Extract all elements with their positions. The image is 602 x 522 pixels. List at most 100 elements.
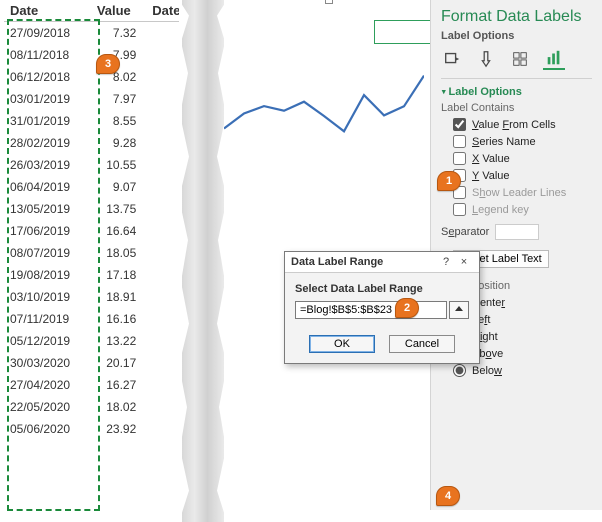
cell-value[interactable]: 8.55 [91,110,146,132]
cell-value[interactable]: 10.55 [91,154,146,176]
table-row[interactable]: 22/05/202018.02 [4,396,180,418]
rad-below-input[interactable] [453,364,466,377]
cell-date[interactable]: 06/12/2018 [4,66,91,88]
size-icon[interactable] [509,48,531,70]
table-row[interactable]: 06/04/20199.07 [4,176,180,198]
cell-value[interactable]: 20.17 [91,352,146,374]
cell-value[interactable]: 16.27 [91,374,146,396]
cell-value[interactable]: 23.92 [91,418,146,440]
table-row[interactable]: 08/11/20187.99 [4,44,180,66]
col-date[interactable]: Date [4,0,91,22]
chart-object[interactable] [224,0,434,244]
chk-leader-lines[interactable]: Show Leader Lines [453,186,592,199]
cell-value[interactable]: 7.32 [91,22,146,45]
cell-date[interactable]: 22/05/2020 [4,396,91,418]
cell-date[interactable]: 27/09/2018 [4,22,91,45]
cell-value[interactable]: 17.18 [91,264,146,286]
cell-value[interactable]: 13.75 [91,198,146,220]
effects-icon[interactable] [475,48,497,70]
close-icon[interactable]: × [455,256,473,268]
chk-x-value-input[interactable] [453,152,466,165]
cell-date[interactable]: 28/02/2019 [4,132,91,154]
chk-value-from-cells-input[interactable] [453,118,466,131]
chk-legend-key[interactable]: Legend key [453,203,592,216]
chk-series-name-input[interactable] [453,135,466,148]
cell-value[interactable]: 16.16 [91,308,146,330]
table-row[interactable]: 13/05/201913.75 [4,198,180,220]
label-options-icon[interactable] [543,48,565,70]
table-row[interactable]: 08/07/201918.05 [4,242,180,264]
cell-value[interactable]: 9.07 [91,176,146,198]
table-row[interactable]: 03/01/20197.97 [4,88,180,110]
cell-date[interactable]: 07/11/2019 [4,308,91,330]
cell-date[interactable]: 08/07/2019 [4,242,91,264]
cell-date[interactable]: 03/01/2019 [4,88,91,110]
cell-date[interactable]: 13/05/2019 [4,198,91,220]
chk-x-value[interactable]: X Value [453,152,592,165]
pane-subtitle: Label Options [441,30,592,42]
callout-3: 3 [96,54,120,74]
cell-value[interactable]: 18.05 [91,242,146,264]
callout-1: 1 [437,171,461,191]
chk-y-value[interactable]: Y Value [453,169,592,182]
cell-value[interactable]: 13.22 [91,330,146,352]
help-icon[interactable]: ? [437,256,455,268]
col-date2[interactable]: Date L [146,0,180,22]
cell-value[interactable]: 7.97 [91,88,146,110]
chk-legend-key-input[interactable] [453,203,466,216]
cell-date[interactable]: 05/12/2019 [4,330,91,352]
spreadsheet: Date Value Date L 27/09/20187.3208/11/20… [4,0,180,440]
table-row[interactable]: 28/02/20199.28 [4,132,180,154]
cell-value[interactable]: 18.02 [91,396,146,418]
ok-button[interactable]: OK [309,335,375,353]
chk-series-name[interactable]: Series Name [453,135,592,148]
torn-divider [182,0,224,522]
cell-date[interactable]: 05/06/2020 [4,418,91,440]
table-row[interactable]: 31/01/20198.55 [4,110,180,132]
col-value[interactable]: Value [91,0,146,22]
cell-date[interactable]: 19/08/2019 [4,264,91,286]
cell-date[interactable]: 17/06/2019 [4,220,91,242]
cell-value[interactable]: 9.28 [91,132,146,154]
cell-value[interactable]: 16.64 [91,220,146,242]
table-row[interactable]: 27/09/20187.32 [4,22,180,45]
cell-date[interactable]: 27/04/2020 [4,374,91,396]
range-input[interactable] [295,301,447,319]
table-row[interactable]: 17/06/201916.64 [4,220,180,242]
range-picker-icon[interactable] [449,301,469,319]
dialog-prompt: Select Data Label Range [295,283,469,295]
separator-label: Separator [441,226,489,238]
line-chart [224,70,424,200]
resize-handle-top[interactable] [325,0,333,4]
table-row[interactable]: 03/10/201918.91 [4,286,180,308]
data-label-range-dialog: Data Label Range ? × Select Data Label R… [284,251,480,364]
fill-icon[interactable] [441,48,463,70]
table-row[interactable]: 30/03/202020.17 [4,352,180,374]
cell-date[interactable]: 03/10/2019 [4,286,91,308]
cell-date[interactable]: 06/04/2019 [4,176,91,198]
legend-box[interactable] [374,20,434,44]
table-row[interactable]: 19/08/201917.18 [4,264,180,286]
section-label-options[interactable]: Label Options [441,85,592,98]
table-row[interactable]: 05/12/201913.22 [4,330,180,352]
cell-date[interactable]: 30/03/2020 [4,352,91,374]
cell-date[interactable]: 31/01/2019 [4,110,91,132]
separator-dropdown[interactable] [495,224,539,240]
pane-title: Format Data Labels [441,8,592,26]
pane-tab-icons [441,48,592,70]
data-table[interactable]: Date Value Date L 27/09/20187.3208/11/20… [4,0,180,440]
rad-below[interactable]: Below [453,364,592,377]
table-row[interactable]: 26/03/201910.55 [4,154,180,176]
cell-date[interactable]: 26/03/2019 [4,154,91,176]
callout-2: 2 [395,298,419,318]
cell-value[interactable]: 18.91 [91,286,146,308]
table-row[interactable]: 07/11/201916.16 [4,308,180,330]
table-row[interactable]: 05/06/202023.92 [4,418,180,440]
cancel-button[interactable]: Cancel [389,335,455,353]
cell-date[interactable]: 08/11/2018 [4,44,91,66]
dialog-title: Data Label Range [291,256,383,268]
dialog-titlebar[interactable]: Data Label Range ? × [285,252,479,273]
chk-value-from-cells[interactable]: Value From Cells [453,118,592,131]
table-row[interactable]: 06/12/20188.02 [4,66,180,88]
table-row[interactable]: 27/04/202016.27 [4,374,180,396]
